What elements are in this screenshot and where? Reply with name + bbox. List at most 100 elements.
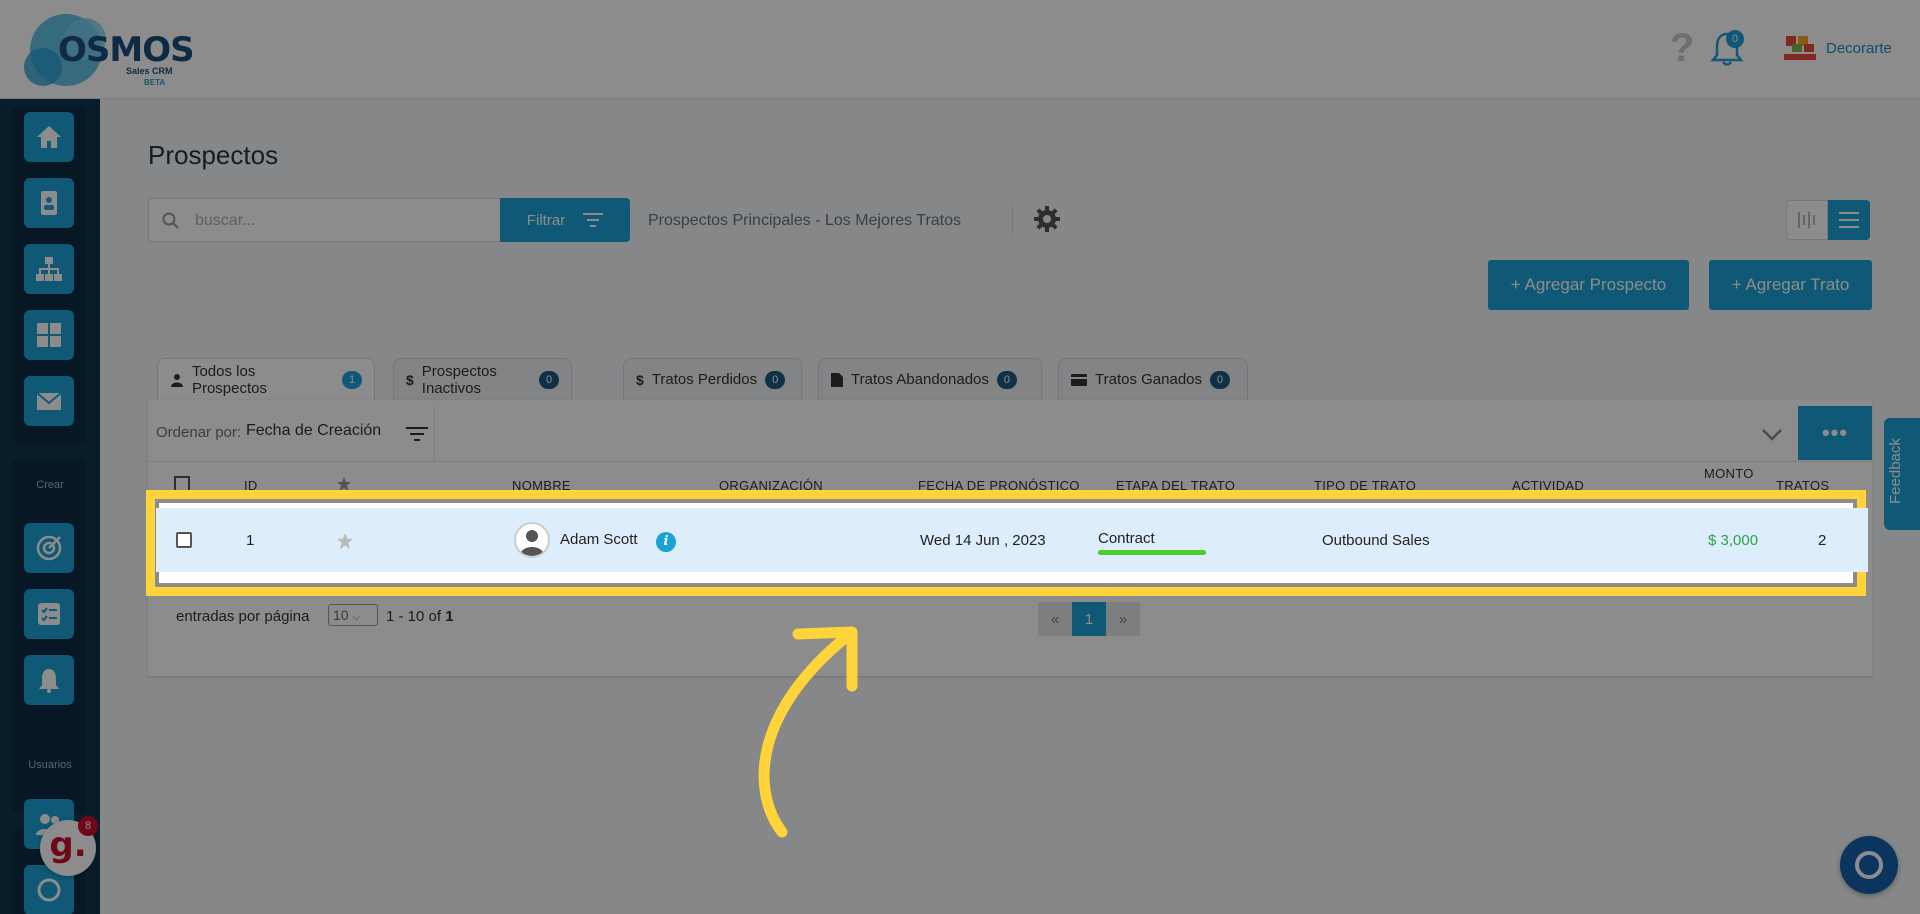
kanban-view-button[interactable]: [1786, 200, 1828, 240]
chevron-down-icon[interactable]: [1760, 424, 1784, 444]
current-view-name[interactable]: Prospectos Principales - Los Mejores Tra…: [648, 212, 961, 230]
sidebar-section-users: Usuarios: [28, 759, 72, 771]
row-name-link[interactable]: Adam Scott: [560, 531, 638, 548]
row-forecast-date: Wed 14 Jun , 2023: [920, 532, 1046, 549]
row-deal-stage: Contract: [1098, 530, 1155, 547]
logo-blob: [24, 48, 62, 86]
ellipsis-icon: •••: [1821, 420, 1849, 445]
tab-label: Tratos Perdidos: [651, 371, 758, 388]
table-row[interactable]: 1 Adam Scott i Wed 14 Jun , 2023 Contrac…: [156, 508, 1868, 572]
row-deals-count: 2: [1818, 532, 1827, 549]
tab-all-prospects[interactable]: Todos los Prospectos 1: [157, 358, 375, 400]
company-name[interactable]: Decorarte: [1826, 40, 1892, 57]
notification-badge: 0: [1726, 30, 1744, 48]
tab-won-deals[interactable]: Tratos Ganados 0: [1058, 358, 1248, 400]
per-page-value: 10: [333, 607, 349, 623]
osmos-logo[interactable]: OSMOS Sales CRM BETA: [24, 8, 195, 92]
list-icon: [1839, 212, 1859, 228]
tab-count-badge: 1: [342, 370, 362, 389]
envelope-icon: [36, 392, 62, 410]
tab-label: Todos los Prospectos: [191, 362, 267, 397]
logo-subtitle: Sales CRM: [126, 66, 173, 76]
star-icon[interactable]: [336, 532, 354, 550]
tab-inactive-prospects[interactable]: $ Prospectos Inactivos 0: [393, 358, 572, 400]
hierarchy-icon: [36, 257, 62, 281]
deal-stage-progress: [1098, 550, 1206, 555]
row-deal-type: Outbound Sales: [1322, 532, 1430, 549]
sidebar-item-dashboard[interactable]: [24, 310, 74, 360]
row-checkbox[interactable]: [176, 532, 192, 548]
help-icon[interactable]: ?: [1664, 28, 1700, 68]
logo-beta: BETA: [144, 78, 166, 87]
column-header-amount[interactable]: MONTO: [1704, 466, 1754, 481]
sidebar: Crear Usuarios: [0, 99, 100, 914]
sidebar-item-create-goal[interactable]: [24, 523, 74, 573]
kanban-icon: [1798, 212, 1815, 228]
tab-count-badge: 0: [1210, 370, 1230, 389]
target-icon: [36, 535, 62, 561]
tab-lost-deals[interactable]: $ Tratos Perdidos 0: [623, 358, 802, 400]
sort-lines-icon[interactable]: [406, 424, 428, 444]
pagination-prev[interactable]: «: [1038, 602, 1072, 636]
add-deal-button[interactable]: + Agregar Trato: [1709, 260, 1872, 310]
tab-label: Tratos Abandonados: [851, 371, 989, 388]
logo-wordmark: OSMOS: [58, 30, 195, 70]
target-icon: [37, 878, 61, 902]
tab-label: Prospectos Inactivos: [421, 362, 497, 397]
chat-widget-button[interactable]: [1840, 836, 1898, 894]
order-bar: Ordenar por: Fecha de Creación •••: [148, 406, 1872, 462]
dollar-icon: $: [636, 371, 644, 388]
dollar-icon: $: [406, 371, 414, 388]
sidebar-item-contacts[interactable]: [24, 178, 74, 228]
home-icon: [37, 126, 61, 148]
pagination-range-total: 1: [445, 608, 454, 625]
tab-abandoned-deals[interactable]: Tratos Abandonados 0: [818, 358, 1042, 400]
sidebar-item-create-reminder[interactable]: [24, 655, 74, 705]
search-box[interactable]: [148, 198, 500, 242]
order-label: Ordenar por:: [156, 424, 242, 441]
more-options-button[interactable]: •••: [1798, 406, 1872, 460]
user-icon: [170, 373, 183, 387]
chevron-down-icon: ⌵: [352, 612, 361, 623]
row-amount: $ 3,000: [1708, 532, 1759, 549]
company-logo-icon: [1784, 36, 1816, 60]
gear-icon[interactable]: [1032, 204, 1062, 234]
grid-icon: [37, 323, 61, 347]
sidebar-item-email[interactable]: [24, 376, 74, 426]
filter-button[interactable]: Filtrar: [500, 198, 630, 242]
checklist-icon: [38, 603, 60, 625]
card-icon: [1071, 373, 1087, 386]
tab-label: Tratos Ganados: [1095, 371, 1202, 388]
add-prospect-button[interactable]: + Agregar Prospecto: [1488, 260, 1689, 310]
tutorial-arrow-icon: [758, 626, 858, 838]
sidebar-item-create-task[interactable]: [24, 589, 74, 639]
pagination-range: 1 - 10 of 1: [386, 608, 454, 625]
view-toggle: [1786, 200, 1870, 240]
list-view-button[interactable]: [1828, 200, 1870, 240]
page-title: Prospectos: [148, 140, 279, 170]
g-widget-badge: 8: [78, 816, 98, 836]
pagination-page-1[interactable]: 1: [1072, 602, 1106, 636]
search-icon: [162, 212, 179, 229]
file-icon: [831, 372, 843, 387]
divider: [434, 406, 435, 462]
per-page-select[interactable]: 10 ⌵: [328, 604, 378, 626]
bell-plus-icon: [39, 669, 59, 693]
feedback-label: Feedback: [1887, 438, 1904, 504]
feedback-tab[interactable]: Feedback: [1884, 418, 1920, 530]
tab-count-badge: 0: [996, 370, 1017, 389]
tab-count-badge: 0: [765, 370, 786, 389]
top-header: OSMOS Sales CRM BETA ? 0 Decorarte: [0, 0, 1920, 99]
pagination-range-prefix: 1 - 10 of: [386, 608, 446, 625]
order-select[interactable]: Fecha de Creación: [246, 422, 381, 440]
info-icon[interactable]: i: [656, 532, 676, 552]
search-input[interactable]: [195, 209, 485, 233]
avatar: [514, 522, 550, 558]
per-page-label: entradas por página: [176, 608, 310, 625]
contact-card-icon: [41, 191, 57, 215]
row-id: 1: [246, 532, 255, 549]
filter-lines-icon: [583, 213, 604, 227]
sidebar-item-home[interactable]: [24, 112, 74, 162]
sidebar-item-organizations[interactable]: [24, 244, 74, 294]
pagination-next[interactable]: »: [1106, 602, 1140, 636]
